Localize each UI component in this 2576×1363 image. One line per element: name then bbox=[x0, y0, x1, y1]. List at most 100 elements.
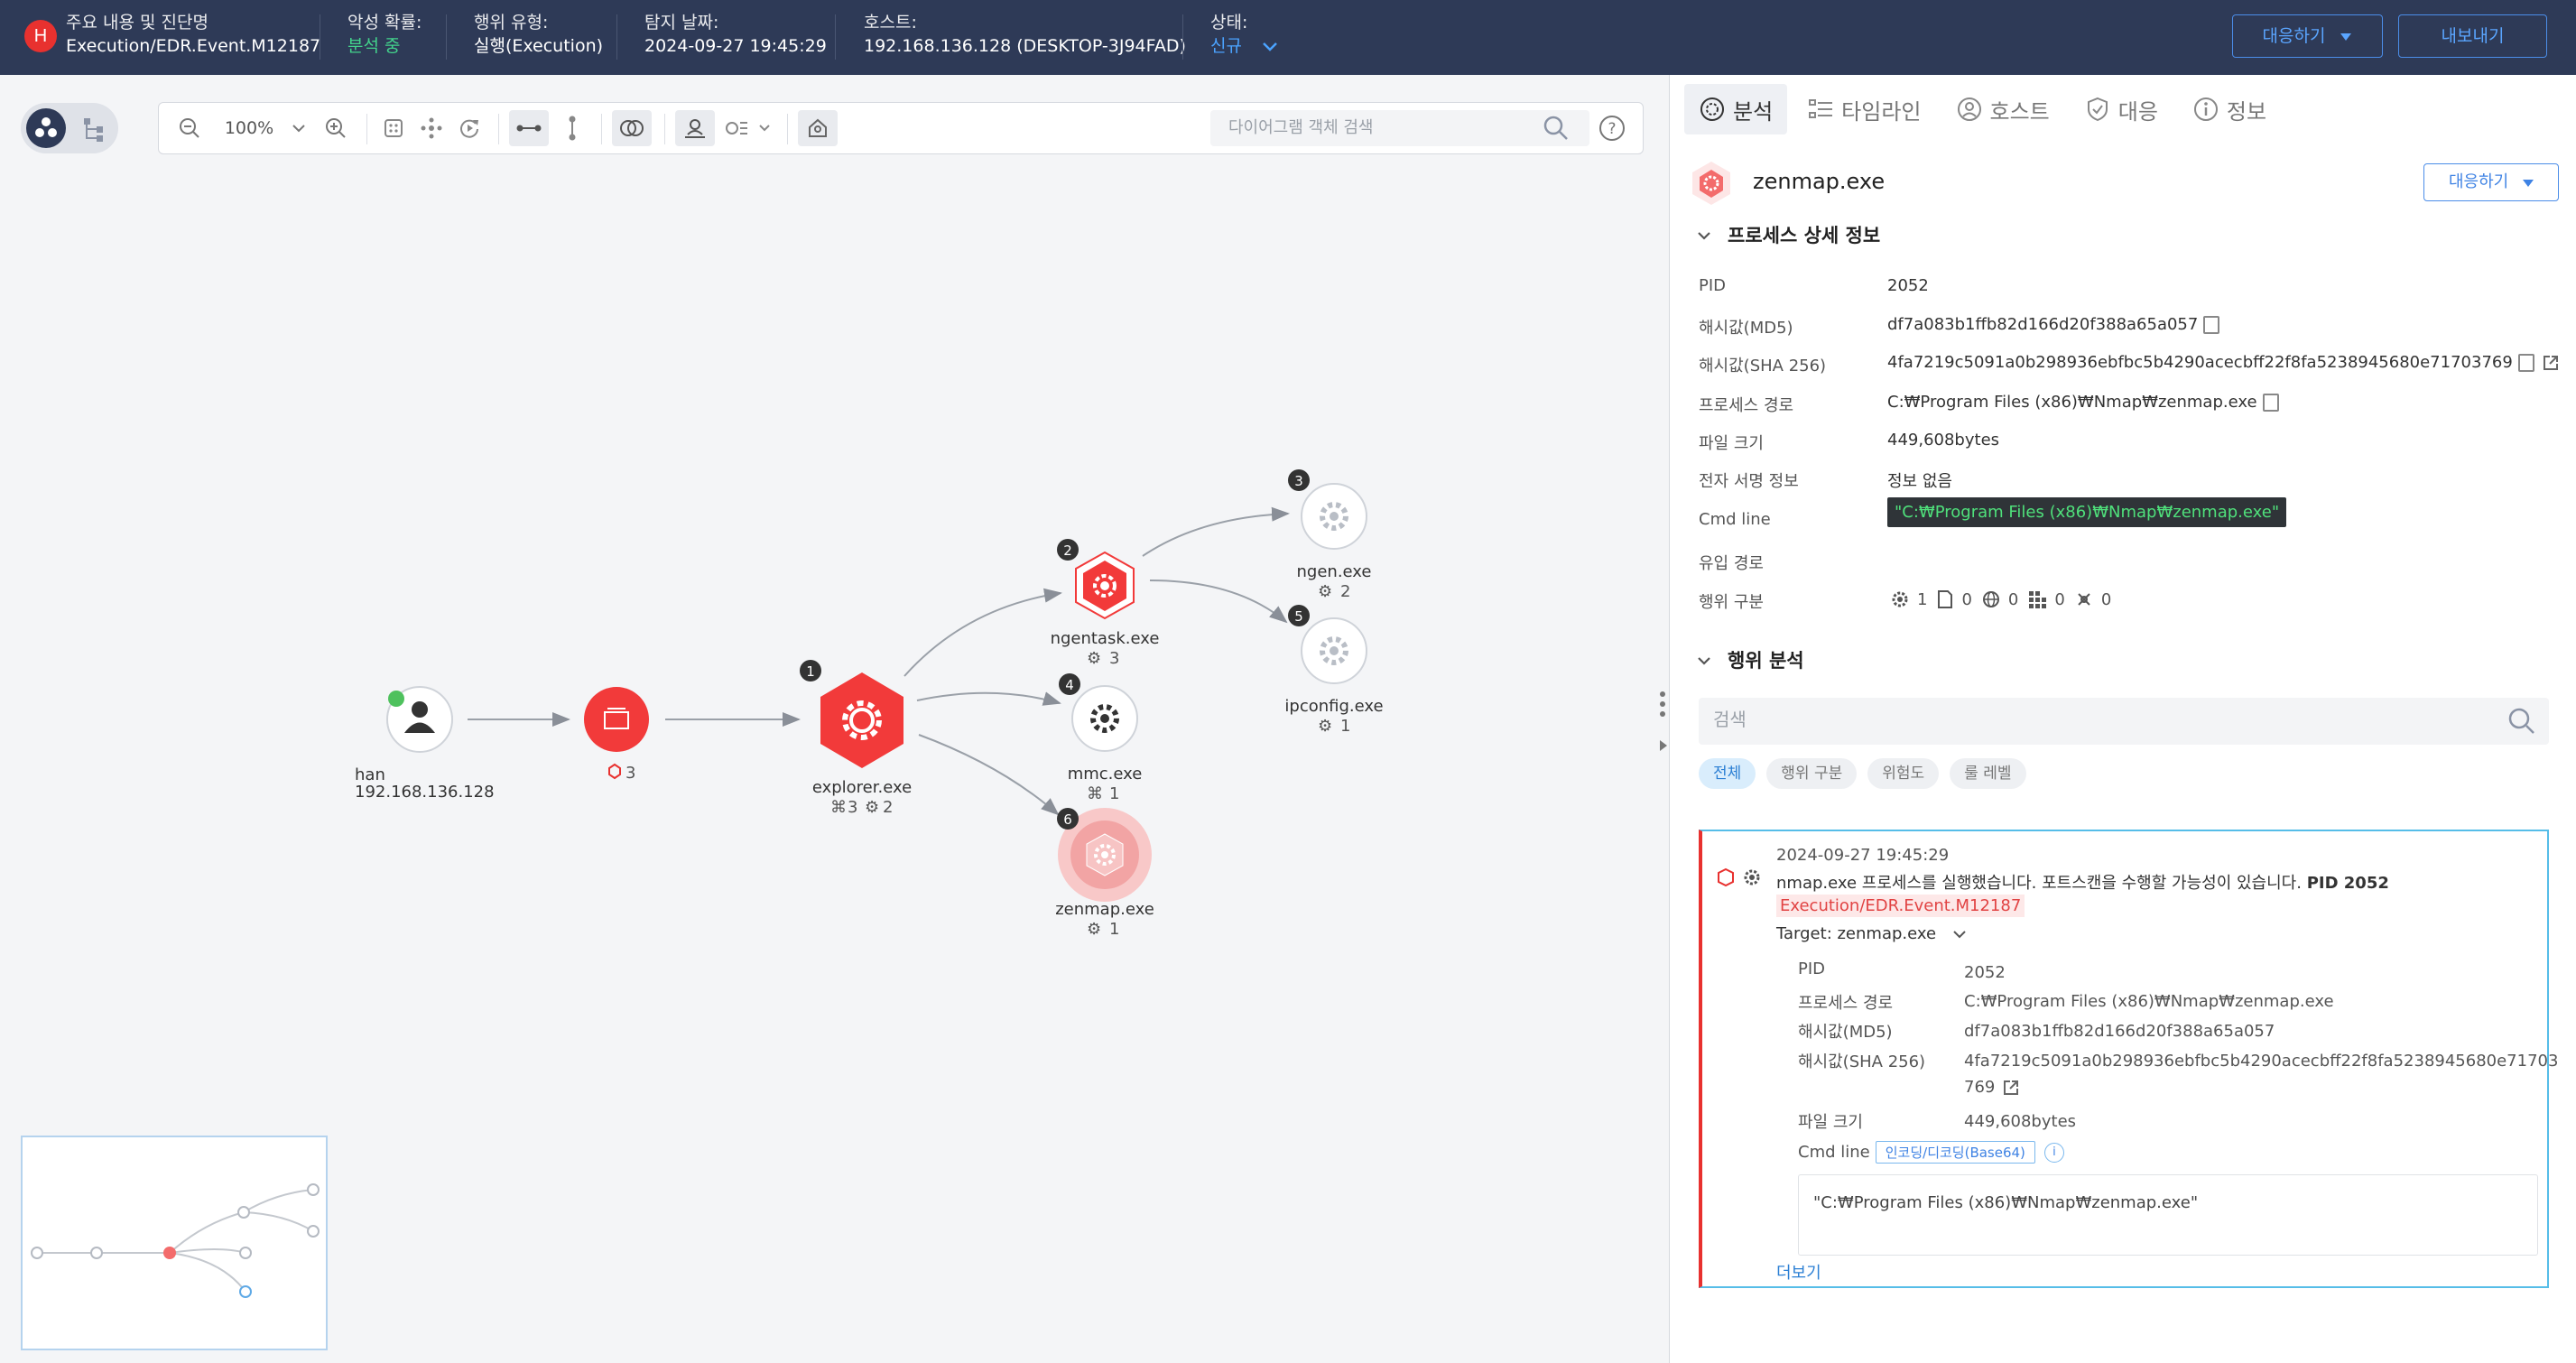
kv-key: 해시값(MD5) bbox=[1699, 319, 1793, 338]
module-icon bbox=[2078, 593, 2090, 606]
summary-label: 주요 내용 및 진단명 bbox=[66, 13, 208, 32]
divider bbox=[835, 14, 836, 60]
divider bbox=[1182, 14, 1183, 60]
summary-value: Execution/EDR.Event.M12187 bbox=[66, 36, 321, 56]
behavior-count: 0 bbox=[1961, 589, 1972, 609]
export-button[interactable]: 내보내기 bbox=[2398, 14, 2547, 58]
node-zenmap[interactable]: 6 zenmap.exe ⚙ 1 bbox=[1055, 808, 1154, 939]
panel-resize-handle[interactable] bbox=[1659, 689, 1668, 761]
event-key: 파일 크기 bbox=[1798, 1113, 1863, 1132]
minimap-graph bbox=[31, 1183, 320, 1298]
node-stat-b: 2 bbox=[883, 798, 893, 817]
tab-response[interactable]: 대응 bbox=[2070, 84, 2173, 134]
event-value: 2052 bbox=[1964, 963, 2006, 982]
process-group-node[interactable]: 3 bbox=[584, 687, 649, 783]
node-ngen[interactable]: 3 ngen.exe ⚙ 2 bbox=[1288, 469, 1371, 601]
kv-value-wrap: C:₩Program Files (x86)₩Nmap₩zenmap.exe bbox=[1887, 393, 2279, 412]
behavior-count: 0 bbox=[2054, 589, 2065, 609]
process-name: zenmap.exe bbox=[1753, 169, 1886, 194]
filter-risk[interactable]: 위험도 bbox=[1867, 758, 1940, 789]
node-number: 3 bbox=[1294, 473, 1303, 489]
detail-panel: 분석 타임라인 호스트 대응 정보 zenmap.exe 대응하기 프로세스 상… bbox=[1669, 75, 2576, 1363]
behavior-search-input[interactable] bbox=[1713, 709, 2453, 730]
cmdline-chip: "C:₩Program Files (x86)₩Nmap₩zenmap.exe" bbox=[1887, 497, 2287, 527]
event-value: C:₩Program Files (x86)₩Nmap₩zenmap.exe bbox=[1964, 992, 2334, 1011]
base64-toggle-button[interactable]: 인코딩/디코딩(Base64) bbox=[1875, 1141, 2035, 1164]
tab-info[interactable]: 정보 bbox=[2178, 84, 2281, 134]
behavior-search[interactable] bbox=[1699, 698, 2549, 745]
event-value: 4fa7219c5091a0b298936ebfbc5b4290acecbff2… bbox=[1964, 1052, 2559, 1071]
tab-timeline[interactable]: 타임라인 bbox=[1793, 84, 1935, 134]
malicious-group: 악성 확률: 분석 중 bbox=[347, 11, 422, 58]
minimap-node bbox=[31, 1247, 43, 1259]
event-target-toggle[interactable]: Target: zenmap.exe bbox=[1776, 924, 1967, 943]
kv-key: 전자 서명 정보 bbox=[1699, 472, 1799, 491]
edge-ngentask-ipconfig bbox=[1149, 580, 1288, 624]
detect-value: 2024-09-27 19:45:29 bbox=[644, 36, 827, 56]
kv-key: 프로세스 경로 bbox=[1699, 396, 1794, 415]
info-icon[interactable]: i bbox=[2043, 1143, 2064, 1163]
filter-all[interactable]: 전체 bbox=[1699, 758, 1756, 789]
respond-button[interactable]: 대응하기 bbox=[2232, 14, 2383, 58]
event-value-wrap: 769 bbox=[1964, 1078, 2020, 1097]
minimap-node bbox=[307, 1225, 320, 1238]
external-link-icon[interactable] bbox=[2542, 354, 2560, 372]
edge-explorer-mmc bbox=[916, 691, 1061, 706]
node-explorer[interactable]: 1 explorer.exe ⌘ 3 ⚙ 2 bbox=[800, 660, 912, 817]
more-link[interactable]: 더보기 bbox=[1776, 1260, 1821, 1284]
copy-icon[interactable] bbox=[2262, 394, 2279, 412]
node-name: ipconfig.exe bbox=[1284, 697, 1383, 716]
node-ngentask[interactable]: 2 ngentask.exe ⚙ 3 bbox=[1051, 539, 1160, 668]
node-mmc[interactable]: 4 mmc.exe ⌘ 1 bbox=[1059, 673, 1142, 803]
node-stat-a: 3 bbox=[848, 798, 857, 817]
behavior-event-card[interactable]: 2024-09-27 19:45:29 nmap.exe 프로세스를 실행했습니… bbox=[1699, 830, 2558, 1288]
stat-icon-a: ⚙ bbox=[1318, 582, 1332, 601]
filter-rule-level[interactable]: 룰 레벨 bbox=[1950, 758, 2026, 789]
node-stat-a: 1 bbox=[1340, 717, 1350, 736]
tab-host[interactable]: 호스트 bbox=[1941, 84, 2064, 134]
copy-icon[interactable] bbox=[2517, 354, 2534, 372]
event-cmdline-box: "C:₩Program Files (x86)₩Nmap₩zenmap.exe" bbox=[1798, 1174, 2538, 1256]
panel-respond-button[interactable]: 대응하기 bbox=[2423, 163, 2559, 201]
detect-group: 탐지 날짜: 2024-09-27 19:45:29 bbox=[644, 11, 827, 58]
behavior-count: 0 bbox=[2100, 589, 2112, 609]
alert-hexagon-icon bbox=[608, 763, 621, 780]
copy-icon[interactable] bbox=[2203, 316, 2220, 334]
event-target: Target: zenmap.exe bbox=[1776, 924, 1937, 943]
panel-tabs: 분석 타임라인 호스트 대응 정보 bbox=[1684, 84, 2286, 136]
node-stat-a: 1 bbox=[1109, 784, 1119, 803]
status-dropdown[interactable]: 신규 bbox=[1210, 34, 1280, 58]
divider bbox=[616, 14, 617, 60]
status-group[interactable]: 상태: 신규 bbox=[1210, 11, 1280, 58]
kv-key: Cmd line bbox=[1699, 510, 1771, 529]
details-title: 프로세스 상세 정보 bbox=[1728, 225, 1881, 246]
kv-value: df7a083b1ffb82d166d20f388a65a057 bbox=[1887, 315, 2199, 334]
tab-analysis[interactable]: 분석 bbox=[1684, 84, 1788, 134]
minimap[interactable] bbox=[21, 1136, 328, 1350]
diagram-canvas[interactable]: 100% 다이어그램 객체 검색 ? han 192.168.136.128 3… bbox=[0, 75, 1669, 1363]
filter-behavior-type[interactable]: 행위 구분 bbox=[1766, 758, 1858, 789]
divider bbox=[446, 14, 447, 60]
process-gear-icon bbox=[1744, 869, 1760, 885]
user-node[interactable]: han 192.168.136.128 bbox=[355, 686, 495, 802]
chevron-down-icon bbox=[1953, 931, 1966, 939]
node-stat-a: 2 bbox=[1340, 582, 1350, 601]
behavior-count: 0 bbox=[2007, 589, 2019, 609]
behavior-section-toggle[interactable]: 행위 분석 bbox=[1697, 646, 1804, 673]
node-stat-a: 1 bbox=[1109, 920, 1119, 939]
caret-down-icon bbox=[2340, 33, 2352, 41]
search-icon[interactable] bbox=[2507, 707, 2536, 736]
external-link-icon[interactable] bbox=[2002, 1079, 2020, 1097]
details-section-toggle[interactable]: 프로세스 상세 정보 bbox=[1697, 221, 1880, 248]
kv-value: 정보 없음 bbox=[1887, 472, 1952, 491]
minimap-node bbox=[163, 1247, 176, 1259]
malicious-value: 분석 중 bbox=[347, 36, 401, 56]
event-key: Cmd line bbox=[1798, 1143, 1870, 1162]
file-icon bbox=[1938, 590, 1953, 608]
status-value: 신규 bbox=[1210, 36, 1242, 56]
behavior-filters: 전체 행위 구분 위험도 룰 레벨 bbox=[1699, 758, 2037, 789]
kv-value: 2052 bbox=[1887, 276, 1929, 295]
node-ipconfig[interactable]: 5 ipconfig.exe ⚙ 1 bbox=[1284, 605, 1384, 736]
edge-explorer-ngentask bbox=[903, 588, 1062, 677]
chevron-down-icon bbox=[1697, 650, 1711, 672]
